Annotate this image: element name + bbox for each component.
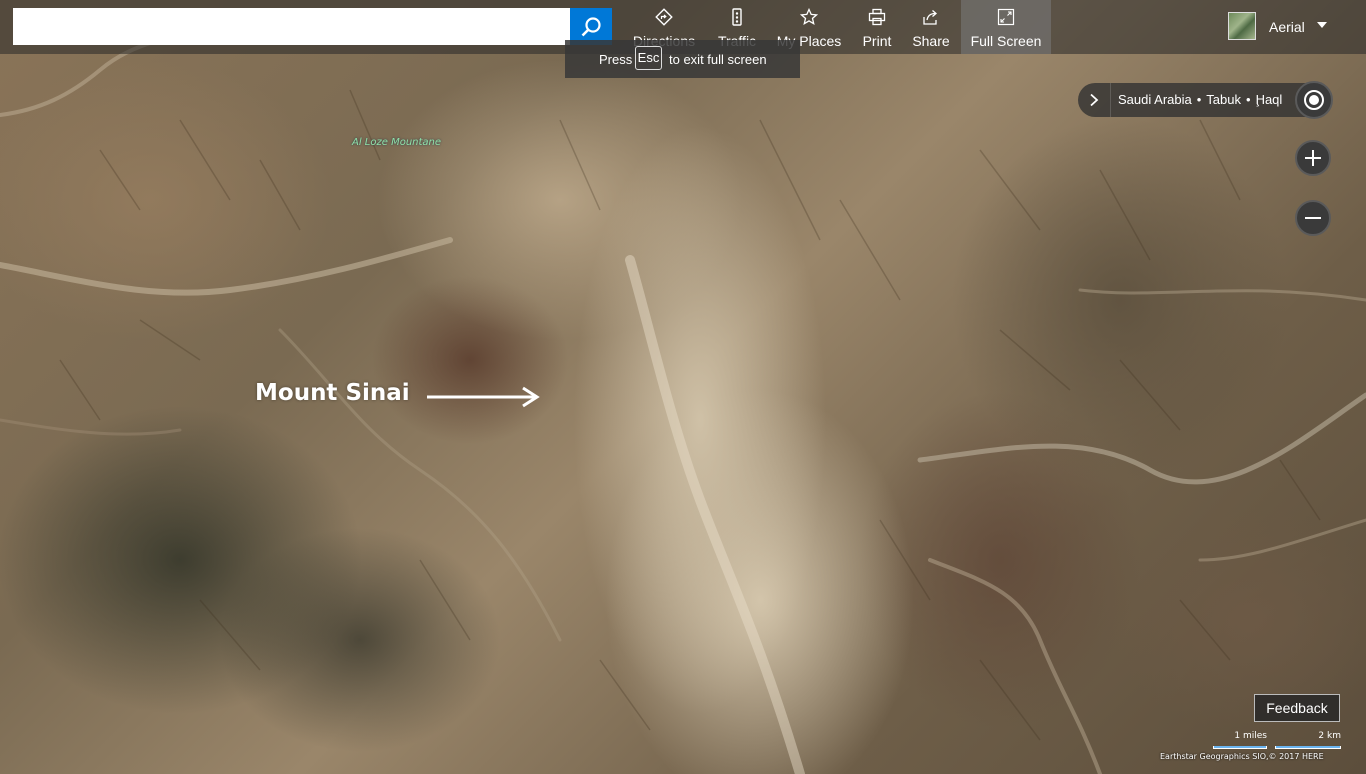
map-copyright: Earthstar Geographics SIO,© 2017 HERE [1160,752,1324,761]
map-area-label[interactable]: Al Loze Mountane [352,137,441,148]
directions-icon [655,8,673,26]
location-breadcrumb: Saudi Arabia • Tabuk • Ḩaql [1078,83,1330,117]
tooltip-press-text: Press [599,52,633,67]
search-input[interactable] [13,8,570,45]
traffic-icon [732,8,742,26]
breadcrumb-city[interactable]: Ḩaql [1256,92,1283,107]
breadcrumb-separator: • [1246,92,1251,107]
feedback-button[interactable]: Feedback [1254,694,1340,722]
search-icon [581,16,601,36]
full-screen-label: Full Screen [970,33,1042,49]
breadcrumb-region[interactable]: Tabuk [1206,92,1241,107]
scale-miles-label: 1 miles [1234,731,1267,741]
scale-km-bar [1275,746,1341,749]
full-screen-button[interactable]: Full Screen [961,0,1051,54]
print-icon [868,8,886,26]
scale-bar-km: 2 km [1275,731,1341,749]
scale-bar-miles: 1 miles [1213,731,1267,749]
plus-icon [1305,150,1321,166]
locate-icon [1304,90,1324,110]
locate-me-button[interactable] [1295,81,1333,119]
chevron-right-icon [1090,93,1099,107]
aerial-thumbnail [1228,12,1256,40]
tooltip-rest-text: to exit full screen [669,52,767,67]
map-style-label: Aerial [1269,19,1305,35]
zoom-in-button[interactable] [1295,140,1331,176]
map-style-selector[interactable]: Aerial [1228,12,1338,42]
mount-sinai-annotation: Mount Sinai [255,380,410,406]
fullscreen-icon [997,8,1015,26]
exit-full-screen-tooltip: Press Esc to exit full screen [565,40,800,78]
chevron-down-icon [1317,22,1327,28]
breadcrumb-items: Saudi Arabia • Tabuk • Ḩaql [1118,92,1282,107]
esc-key-badge: Esc [635,46,662,70]
scale-km-label: 2 km [1318,731,1341,741]
scale-miles-bar [1213,746,1267,749]
annotation-arrow-icon [427,386,540,408]
share-button[interactable]: Share [908,0,954,54]
breadcrumb-separator: • [1196,92,1202,107]
print-button[interactable]: Print [856,0,898,54]
share-label: Share [912,33,950,49]
print-label: Print [862,33,892,49]
share-icon [923,10,937,25]
breadcrumb-expand-button[interactable] [1078,83,1111,117]
zoom-out-button[interactable] [1295,200,1331,236]
star-icon [800,8,818,26]
breadcrumb-country[interactable]: Saudi Arabia [1118,92,1192,107]
minus-icon [1305,217,1321,219]
